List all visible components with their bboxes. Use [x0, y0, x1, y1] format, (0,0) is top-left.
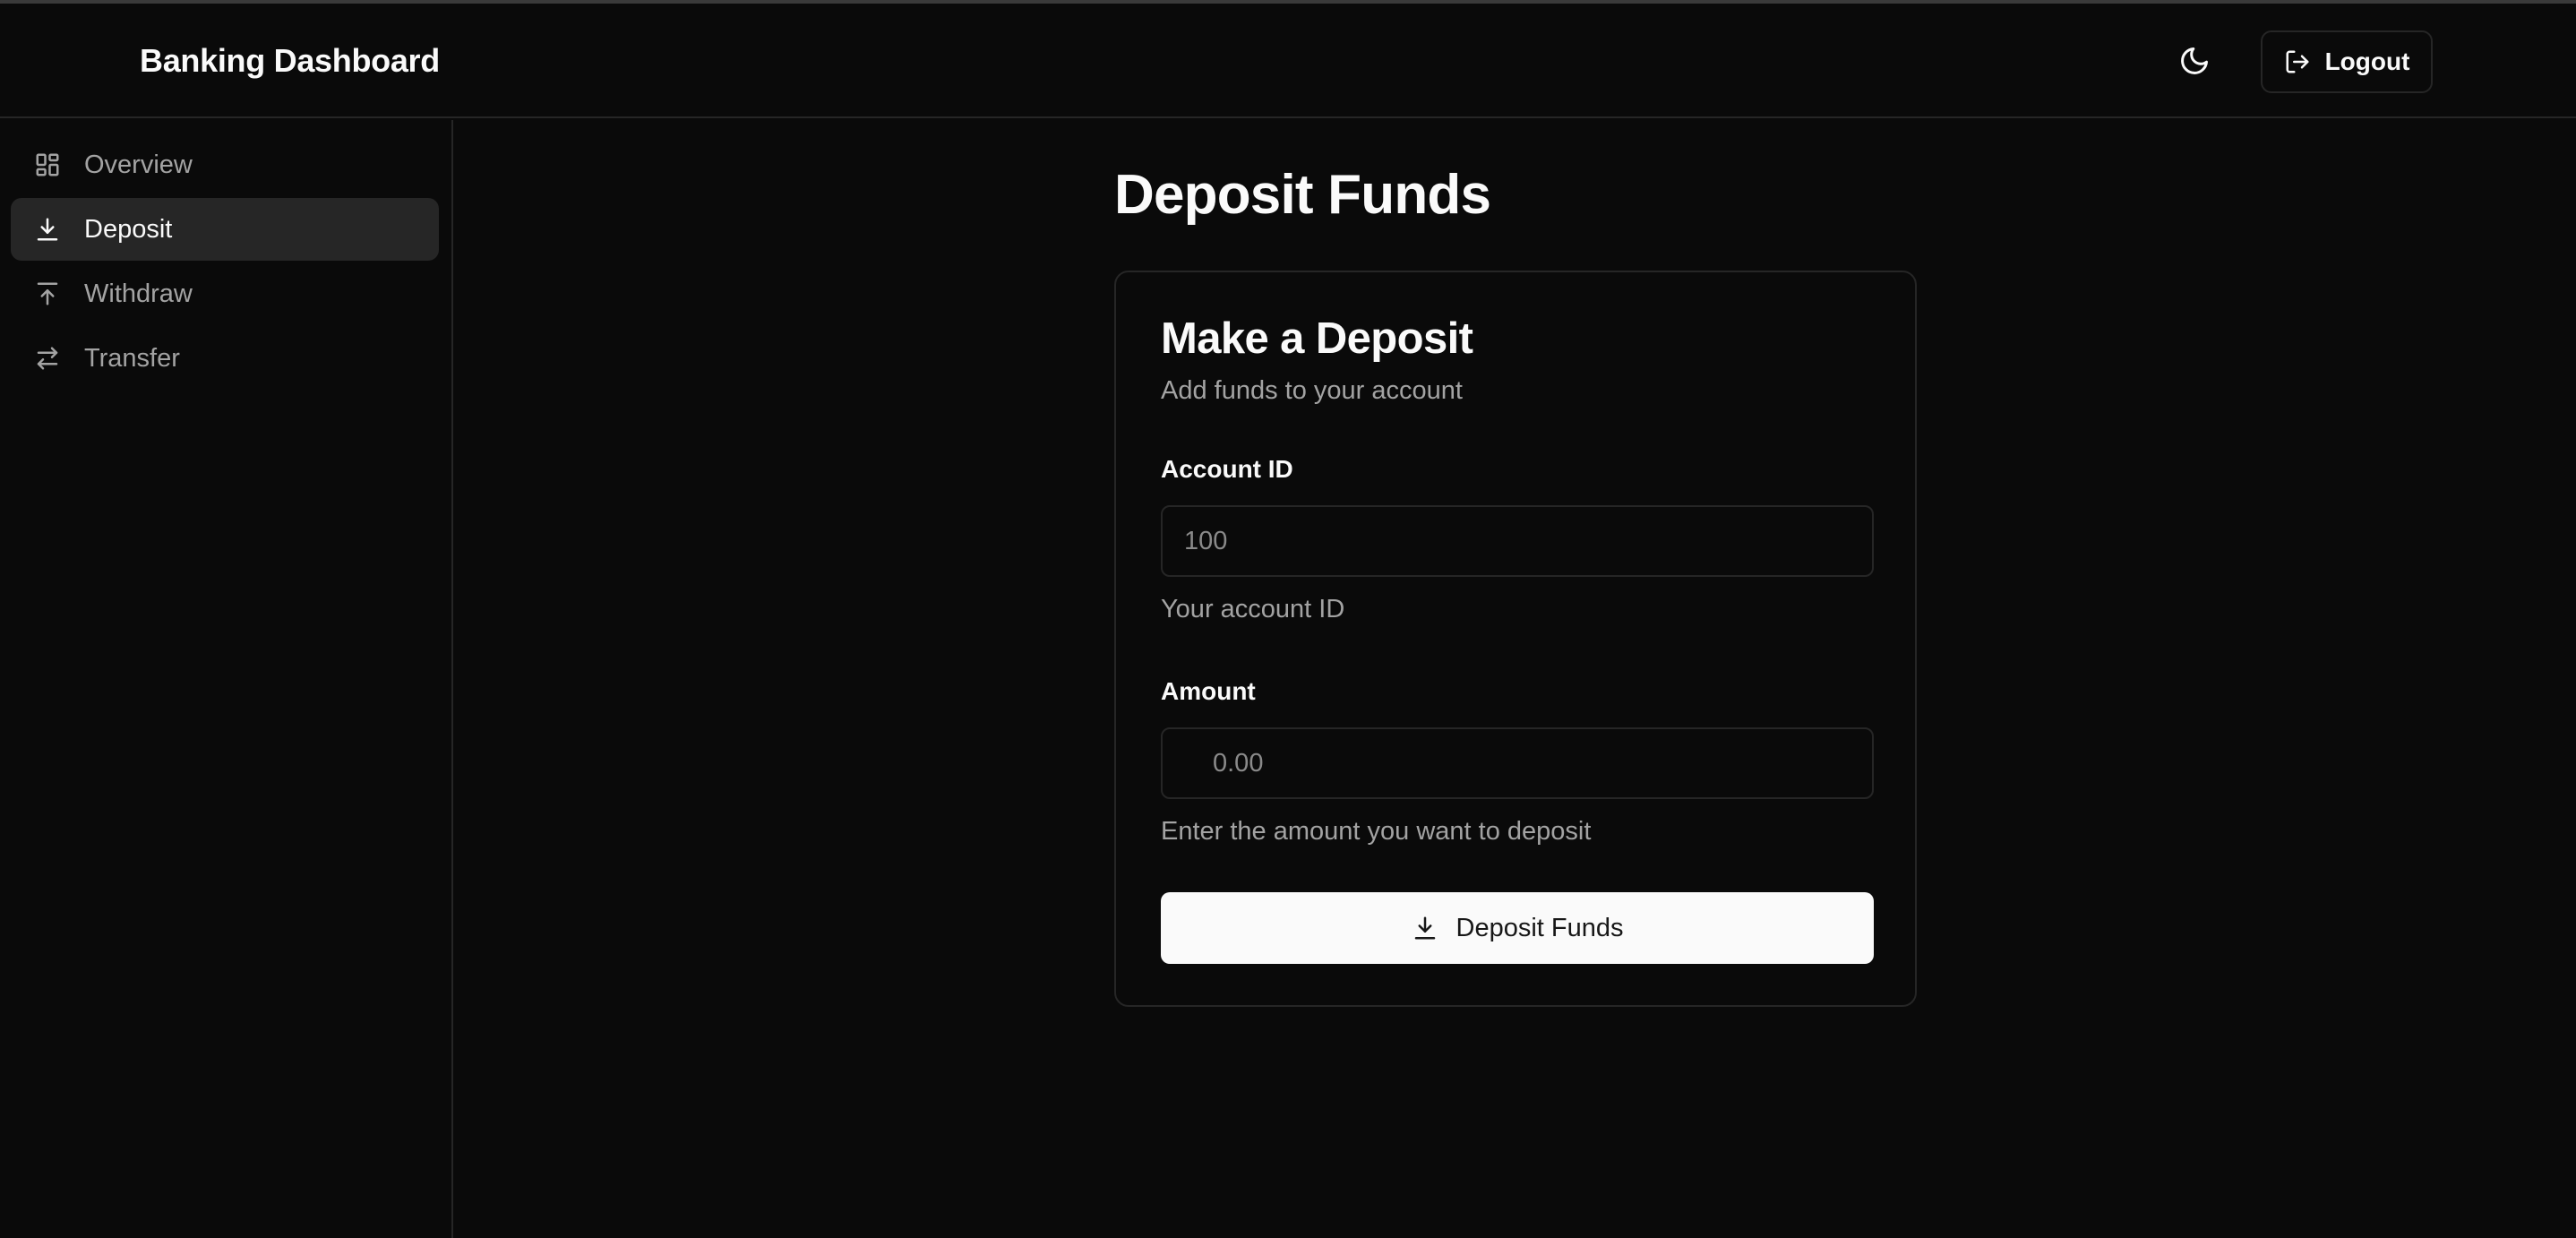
sidebar-item-transfer[interactable]: Transfer: [11, 327, 439, 390]
download-icon: [37, 218, 58, 241]
moon-icon: [2181, 47, 2208, 74]
sidebar-item-label: Deposit: [84, 214, 173, 244]
amount-label: Amount: [1161, 677, 1256, 705]
theme-toggle-button[interactable]: [2168, 30, 2221, 91]
sidebar-item-label: Overview: [84, 150, 193, 179]
grid-icon: [36, 153, 59, 176]
upload-icon: [37, 282, 58, 305]
sidebar-item-label: Transfer: [84, 343, 180, 373]
card-title: Make a Deposit: [1161, 314, 1473, 363]
amount-input[interactable]: 0.00: [1161, 727, 1874, 799]
sidebar-item-deposit[interactable]: Deposit: [11, 198, 439, 261]
amount-placeholder: 0.00: [1213, 748, 1264, 778]
sidebar-item-overview[interactable]: Overview: [11, 133, 439, 196]
page-title: Deposit Funds: [1114, 164, 1491, 226]
amount-help: Enter the amount you want to deposit: [1161, 817, 1592, 846]
logout-button[interactable]: Logout: [2261, 30, 2433, 93]
card-subtitle: Add funds to your account: [1161, 376, 1463, 405]
account-id-placeholder: 100: [1184, 526, 1228, 555]
deposit-card: Make a Deposit Add funds to your account…: [1114, 271, 1917, 1007]
deposit-funds-button[interactable]: Deposit Funds: [1161, 892, 1874, 964]
deposit-funds-label: Deposit Funds: [1455, 913, 1624, 942]
arrows-left-right-icon: [37, 347, 58, 370]
sidebar-item-label: Withdraw: [84, 279, 193, 308]
sidebar-item-withdraw[interactable]: Withdraw: [11, 262, 439, 325]
logout-icon: [2286, 50, 2309, 73]
download-icon: [1414, 916, 1435, 940]
account-id-input[interactable]: 100: [1161, 505, 1874, 577]
account-id-label: Account ID: [1161, 455, 1293, 483]
account-id-help: Your account ID: [1161, 595, 1345, 623]
logout-label: Logout: [2324, 47, 2410, 75]
sidebar: Overview Deposit Withdraw Transfer: [0, 120, 453, 1238]
app-title: Banking Dashboard: [140, 42, 440, 79]
top-header: Banking Dashboard Logout: [0, 4, 2576, 118]
